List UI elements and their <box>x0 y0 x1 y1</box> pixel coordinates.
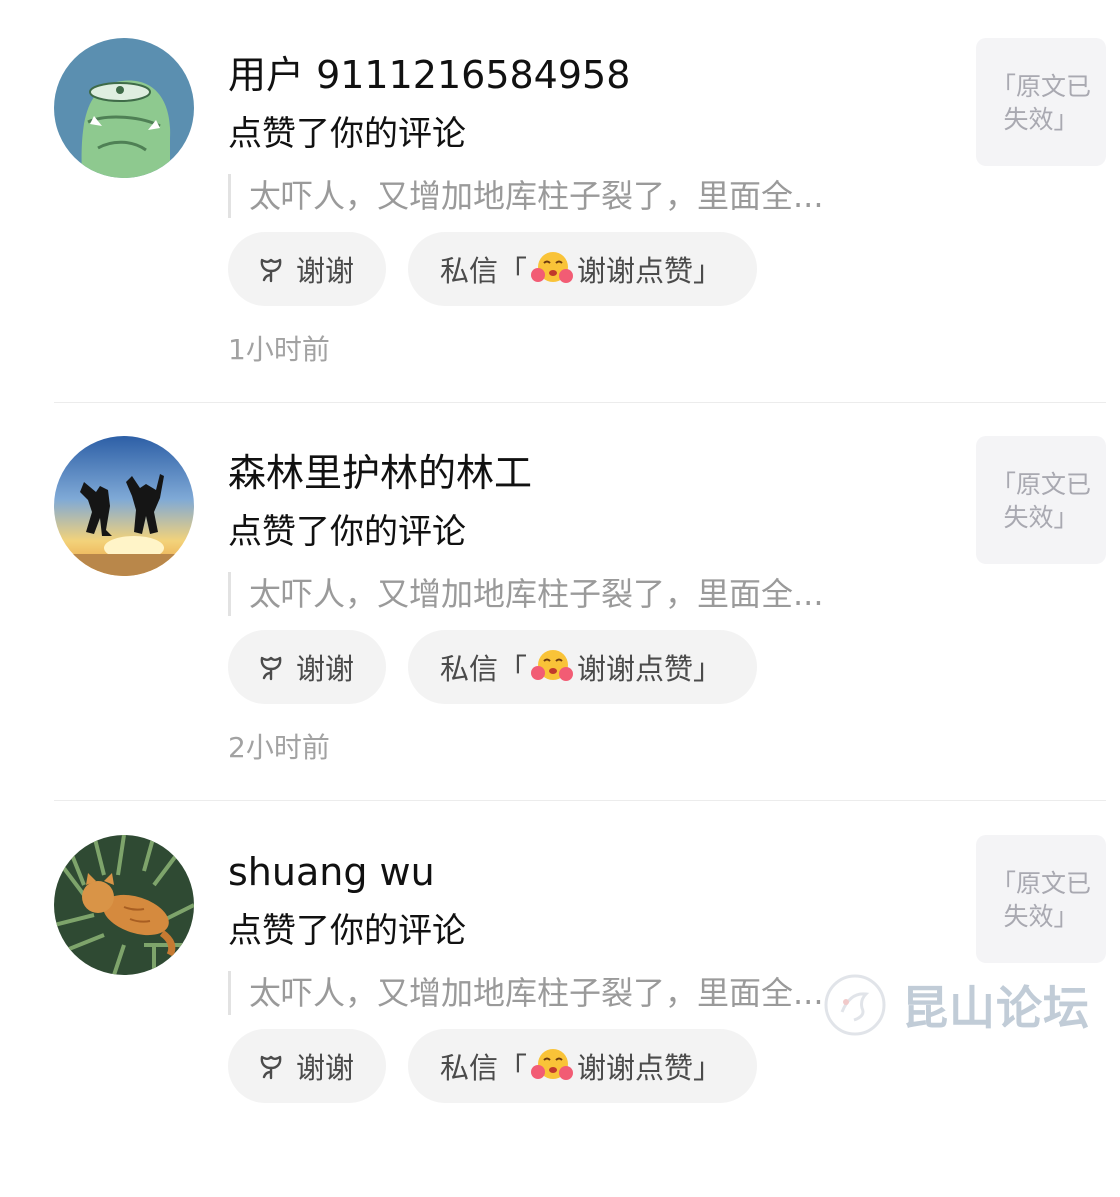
flower-icon <box>260 656 282 681</box>
dm-prefix: 私信「 <box>440 652 528 686</box>
sunset-jumping-avatar-icon <box>54 436 194 576</box>
forum-logo-icon <box>824 974 886 1036</box>
user-name[interactable]: 森林里护林的林工 <box>228 448 532 498</box>
action-text: 点赞了你的评论 <box>228 911 466 951</box>
dm-text: 谢谢点赞」 <box>577 1051 723 1085</box>
post-status-line: 「原文已 <box>990 72 1091 101</box>
dm-text: 谢谢点赞」 <box>577 254 723 288</box>
avatar[interactable] <box>54 835 194 975</box>
hug-emoji-icon <box>531 252 574 283</box>
dm-thanks-button[interactable]: 私信「 谢谢点赞」 <box>408 630 757 704</box>
dm-thanks-button[interactable]: 私信「 谢谢点赞」 <box>408 232 757 306</box>
thanks-label: 谢谢 <box>296 652 355 686</box>
comment-quote[interactable]: 太吓人，又增加地库柱子裂了，里面全... <box>228 572 824 616</box>
thanks-button[interactable]: 谢谢 <box>228 232 386 306</box>
notification-item[interactable]: 用户 9111216584958 点赞了你的评论 太吓人，又增加地库柱子裂了，里… <box>0 0 1120 403</box>
comment-quote[interactable]: 太吓人，又增加地库柱子裂了，里面全... <box>228 971 824 1015</box>
notification-item[interactable]: 森林里护林的林工 点赞了你的评论 太吓人，又增加地库柱子裂了，里面全... 谢谢… <box>0 398 1120 801</box>
flower-icon <box>260 258 282 283</box>
post-status-line: 失效」 <box>1003 105 1079 134</box>
comment-quote[interactable]: 太吓人，又增加地库柱子裂了，里面全... <box>228 174 824 218</box>
user-name[interactable]: 用户 9111216584958 <box>228 50 630 100</box>
flower-icon <box>260 1055 282 1080</box>
user-name[interactable]: shuang wu <box>228 847 435 897</box>
cat-in-grass-avatar-icon <box>54 835 194 975</box>
dm-prefix: 私信「 <box>440 254 528 288</box>
avatar[interactable] <box>54 436 194 576</box>
timestamp: 1小时前 <box>228 333 330 366</box>
thanks-button[interactable]: 谢谢 <box>228 1029 386 1103</box>
action-text: 点赞了你的评论 <box>228 512 466 552</box>
hug-emoji-icon <box>531 1049 574 1080</box>
thanks-label: 谢谢 <box>296 254 355 288</box>
avatar[interactable] <box>54 38 194 178</box>
dm-text: 谢谢点赞」 <box>577 652 723 686</box>
post-thumbnail[interactable]: 「原文已 失效」 <box>976 38 1106 166</box>
post-status-line: 「原文已 <box>990 470 1091 499</box>
watermark-text: 昆山论坛 <box>902 981 1090 1035</box>
post-thumbnail[interactable]: 「原文已 失效」 <box>976 835 1106 963</box>
thanks-button[interactable]: 谢谢 <box>228 630 386 704</box>
forum-watermark: 昆山论坛 <box>822 970 1090 1040</box>
dm-prefix: 私信「 <box>440 1051 528 1085</box>
post-status-line: 失效」 <box>1003 503 1079 532</box>
action-text: 点赞了你的评论 <box>228 114 466 154</box>
post-status-line: 「原文已 <box>990 869 1091 898</box>
green-cartoon-avatar-icon <box>54 38 194 178</box>
post-status-line: 失效」 <box>1003 902 1079 931</box>
thanks-label: 谢谢 <box>296 1051 355 1085</box>
post-thumbnail[interactable]: 「原文已 失效」 <box>976 436 1106 564</box>
dm-thanks-button[interactable]: 私信「 谢谢点赞」 <box>408 1029 757 1103</box>
timestamp: 2小时前 <box>228 731 330 764</box>
hug-emoji-icon <box>531 650 574 681</box>
